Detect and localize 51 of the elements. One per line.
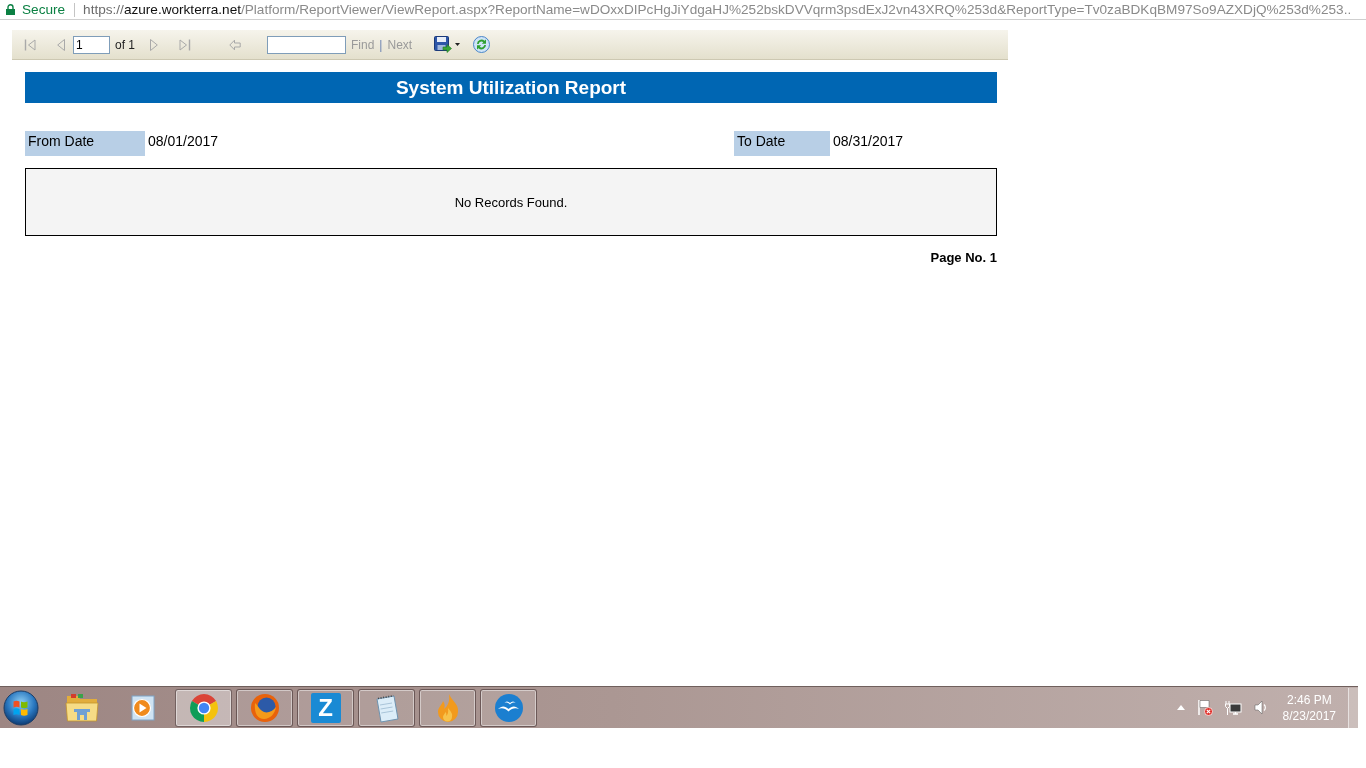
padlock-icon [6,4,15,15]
skip-forward-icon [179,38,191,51]
flame-icon [435,692,460,723]
flag-error-icon [1196,699,1213,716]
caret-up-icon [1176,705,1185,710]
taskbar-button[interactable] [236,688,293,727]
start-button[interactable] [1,689,41,726]
swirl-globe-icon [249,692,280,723]
tray-flag-button[interactable] [1196,699,1213,716]
folder-icon [64,692,99,723]
url-path: /Platform/ReportViewer/ViewReport.aspx?ReportName=wDOxxDIPcHgJiYdgaHJ%252bskDVVqrm3psdExJ2vn43XRQ%253d&ReportType=Tv0zaBDKqBM97So9AZXDjQ%253d%253.. [241,2,1352,17]
export-button[interactable] [434,36,461,53]
page-count: of 1 [115,37,135,52]
parameter-value: 08/01/2017 [148,132,219,151]
secure-label: Secure [22,2,66,17]
triangle-right-icon [150,38,158,51]
show-desktop-button[interactable] [1348,687,1358,728]
taskbar-button[interactable] [175,688,232,727]
tray-network-button[interactable] [1224,699,1242,716]
arrow-left-icon [229,38,241,51]
url-scheme: https:// [83,2,124,17]
taskbar-button[interactable] [480,688,537,727]
url-host: azure.workterra.net [123,2,241,17]
play-tile-icon [128,693,157,722]
triangle-left-icon [57,38,65,51]
monitor-plug-icon [1224,699,1242,716]
gull-circle-icon [493,692,524,723]
parameter-label: To Date [734,131,830,156]
skip-back-icon [24,38,36,51]
show-hidden-icons-button[interactable] [1176,705,1185,710]
tricolor-ring-icon [188,692,219,723]
caret-down-icon [455,43,461,46]
app-logo: Z [310,692,341,723]
orb-icon [3,689,39,726]
taskbar-button[interactable]: Z [297,688,354,727]
taskbar-button[interactable] [419,688,476,727]
parameter-label: From Date [25,131,145,156]
refresh-icon [473,36,491,53]
link-separator: | [379,37,383,52]
clock-time: 2:46 PM [1286,691,1332,708]
empty-message: No Records Found. [454,194,568,210]
speaker-icon [1253,700,1267,715]
tray-volume-button[interactable] [1253,700,1267,715]
clock-date: 8/23/2017 [1282,707,1336,724]
taskbar-button[interactable] [358,688,415,727]
page-number: Page No. 1 [930,250,997,265]
page-field[interactable]: 1 [73,35,110,54]
refresh-button[interactable] [473,36,491,53]
parameter-value: 08/31/2017 [833,132,904,151]
find-field[interactable] [267,35,346,54]
report-title: System Utilization Report [25,72,997,103]
